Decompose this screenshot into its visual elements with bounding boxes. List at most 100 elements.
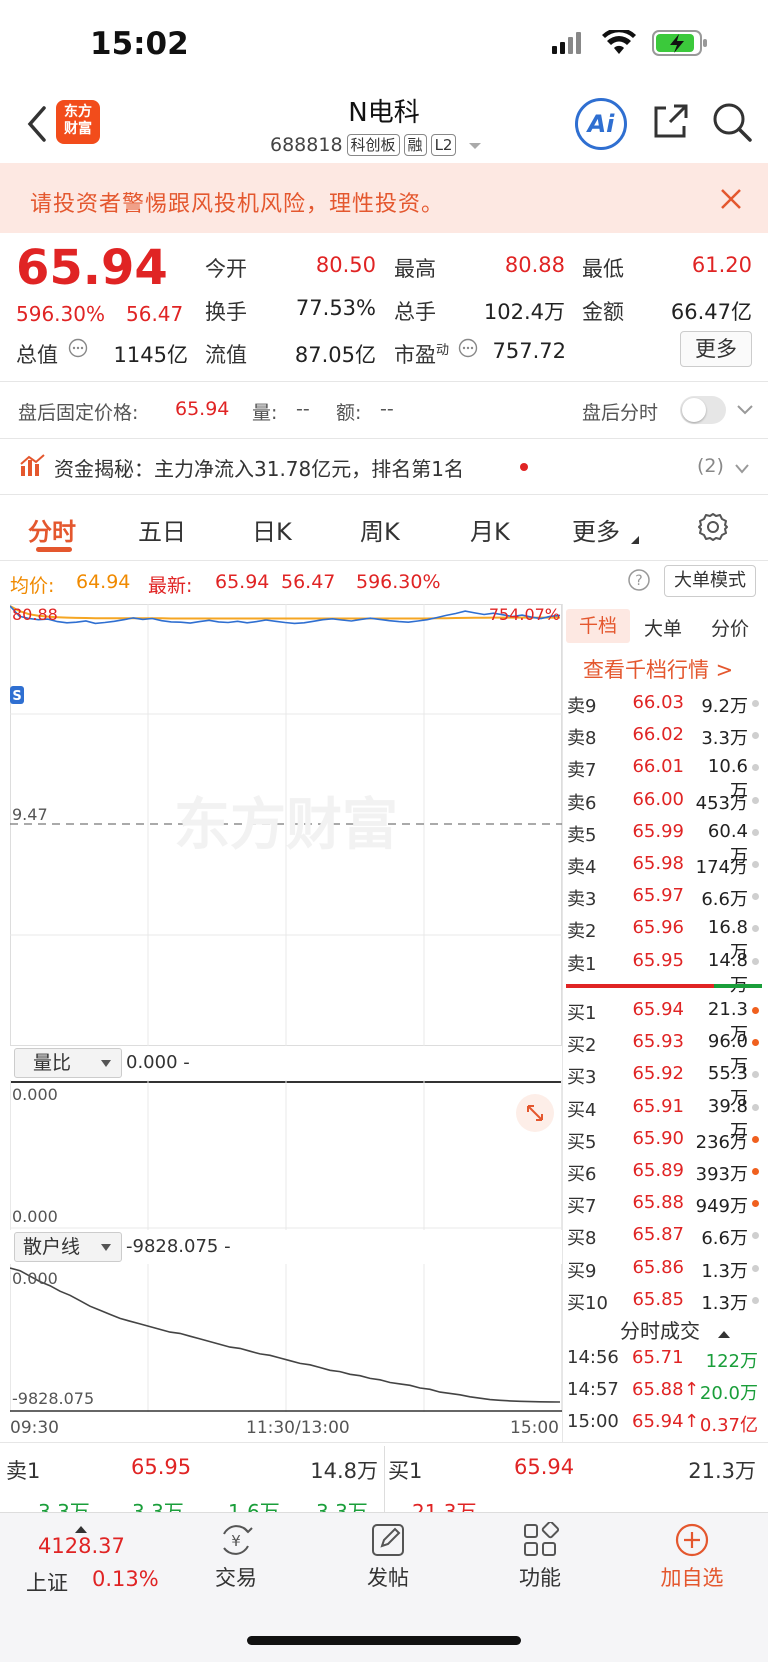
- orderbook-buy-price[interactable]: 65.85: [626, 1289, 684, 1310]
- retail-line-select[interactable]: 散户线: [14, 1232, 122, 1262]
- amount-value: 66.47亿: [670, 300, 752, 324]
- signal-icon: [552, 32, 584, 58]
- tab-weekly-k[interactable]: 周K: [360, 512, 400, 547]
- after-hours-time-share-label: 盘后分时: [582, 402, 659, 424]
- stock-code-row[interactable]: 688818 科创板 融 L2: [270, 134, 482, 156]
- fund-flow-text[interactable]: 资金揭秘：主力净流入31.78亿元，排名第1名: [54, 453, 464, 482]
- orderbook-buy-price[interactable]: 65.92: [626, 1063, 684, 1084]
- orderbook-tab-thousand[interactable]: 千档: [566, 609, 630, 643]
- orderbook-sell-price[interactable]: 65.95: [626, 950, 684, 971]
- orderbook-sell-price[interactable]: 65.99: [626, 821, 684, 842]
- search-icon[interactable]: [710, 100, 754, 148]
- orderbook-sell-dot: [752, 925, 759, 933]
- nav-trade[interactable]: ¥ 交易: [206, 1522, 266, 1592]
- orderbook-buy-price[interactable]: 65.89: [626, 1160, 684, 1181]
- orderbook-buy-price[interactable]: 65.90: [626, 1128, 684, 1149]
- nav-post[interactable]: 发帖: [358, 1522, 418, 1592]
- last-price-value: 65.94: [215, 571, 270, 593]
- orderbook-buy-label: 买9: [567, 1260, 597, 1282]
- battery-icon: [652, 30, 710, 60]
- orderbook-sell-label: 卖7: [567, 760, 597, 782]
- nav-add-watchlist-label: 加自选: [660, 1566, 724, 1590]
- home-indicator: [247, 1636, 521, 1645]
- gear-icon[interactable]: [698, 512, 728, 546]
- retail-line-chart[interactable]: 0.000 -9828.075: [10, 1264, 562, 1412]
- ai-button[interactable]: Ai: [575, 98, 627, 150]
- index-percent[interactable]: 0.13%: [92, 1567, 159, 1591]
- close-icon[interactable]: [720, 188, 742, 214]
- bottom-sell1-vol: 14.8万: [310, 1459, 378, 1483]
- retail-bottom-label: -9828.075: [12, 1389, 94, 1408]
- orderbook-buy-dot: [752, 1264, 759, 1272]
- volume-ratio-chart[interactable]: 0.000 0.000: [10, 1080, 562, 1230]
- orderbook-sell-price[interactable]: 66.03: [626, 692, 684, 713]
- orderbook-tab-price[interactable]: 分价: [711, 614, 749, 641]
- orderbook-view-link[interactable]: 查看千档行情 >: [583, 654, 733, 684]
- orderbook-sell-label: 卖6: [567, 792, 597, 814]
- more-button[interactable]: 更多: [680, 331, 752, 367]
- share-icon[interactable]: [650, 102, 690, 146]
- orderbook-sell-vol: 3.3万: [701, 728, 748, 750]
- fund-flow-count[interactable]: (2): [697, 455, 724, 477]
- orderbook-sell-vol: 174万: [695, 857, 748, 878]
- status-time: 15:02: [90, 26, 189, 62]
- orderbook-buy-dot: [752, 1232, 759, 1240]
- current-price: 65.94: [16, 240, 168, 296]
- info-circle-icon[interactable]: [68, 338, 88, 362]
- edit-icon: [372, 1524, 404, 1556]
- orderbook-sell-vol: 14.8万: [707, 949, 748, 996]
- after-hours-amt-label: 额:: [336, 402, 362, 424]
- orderbook-sell-price[interactable]: 66.00: [626, 789, 684, 810]
- orderbook-buy-price[interactable]: 65.93: [626, 1031, 684, 1052]
- orderbook-sell-price[interactable]: 66.01: [626, 756, 684, 777]
- intraday-chart[interactable]: 东方财富 80.88 754.07% 9.47 S: [10, 604, 562, 1046]
- tab-intraday[interactable]: 分时: [28, 512, 76, 547]
- orderbook-buy-dot: [752, 1296, 759, 1304]
- orderbook-tab-big[interactable]: 大单: [644, 614, 682, 641]
- orderbook-sell-price[interactable]: 65.97: [626, 885, 684, 906]
- orderbook-buy-label: 买6: [567, 1164, 597, 1185]
- expand-icon[interactable]: [516, 1094, 554, 1132]
- time-trades-title[interactable]: 分时成交: [620, 1315, 700, 1344]
- tab-daily-k[interactable]: 日K: [252, 512, 292, 547]
- trade-vol: 0.37亿: [699, 1415, 758, 1436]
- orderbook-sell-price[interactable]: 65.98: [626, 853, 684, 874]
- trade-vol: 122万: [705, 1351, 758, 1372]
- low-value: 61.20: [691, 253, 752, 277]
- orderbook-sell-price[interactable]: 65.96: [626, 917, 684, 938]
- retail-line-value: -9828.075 -: [126, 1236, 231, 1257]
- high-value: 80.88: [504, 253, 565, 277]
- volume-ratio-select[interactable]: 量比: [14, 1048, 122, 1078]
- svg-text:¥: ¥: [231, 1532, 241, 1550]
- orderbook-buy-label: 买4: [567, 1099, 597, 1121]
- orderbook-sell-dot: [752, 764, 759, 772]
- tab-five-day[interactable]: 五日: [138, 512, 186, 547]
- big-order-mode-button[interactable]: 大单模式: [664, 565, 756, 597]
- tab-more[interactable]: 更多: [572, 512, 620, 547]
- mktcap-label: 总值: [16, 343, 58, 367]
- orderbook-buy-price[interactable]: 65.87: [626, 1224, 684, 1245]
- help-icon[interactable]: ?: [627, 568, 651, 596]
- orderbook-sell-price[interactable]: 66.02: [626, 724, 684, 745]
- orderbook-buy-price[interactable]: 65.94: [626, 999, 684, 1020]
- pe-info-icon[interactable]: [458, 338, 478, 362]
- index-name[interactable]: 上证: [26, 1567, 68, 1597]
- after-hours-toggle[interactable]: [680, 396, 726, 424]
- orderbook-buy-price[interactable]: 65.88: [626, 1192, 684, 1213]
- tab-more-caret-icon: [630, 530, 640, 549]
- orderbook-buy-price[interactable]: 65.86: [626, 1257, 684, 1278]
- volume-label: 总手: [394, 300, 436, 324]
- fund-flow-chevron-icon[interactable]: [734, 460, 750, 479]
- orderbook-buy-dot: [752, 1135, 759, 1143]
- orderbook-buy-price[interactable]: 65.91: [626, 1096, 684, 1117]
- nav-functions[interactable]: 功能: [510, 1522, 570, 1592]
- volume-value: 102.4万: [483, 300, 565, 324]
- select-caret-icon: [101, 1244, 111, 1251]
- nav-functions-label: 功能: [519, 1566, 561, 1590]
- orderbook-buy-label: 买10: [567, 1292, 608, 1314]
- index-value[interactable]: 4128.37: [38, 1534, 125, 1558]
- tab-monthly-k[interactable]: 月K: [470, 512, 510, 547]
- bottom-buy1-price: 65.94: [514, 1455, 575, 1479]
- chevron-down-icon[interactable]: [736, 402, 754, 421]
- nav-add-watchlist[interactable]: 加自选: [652, 1522, 732, 1592]
